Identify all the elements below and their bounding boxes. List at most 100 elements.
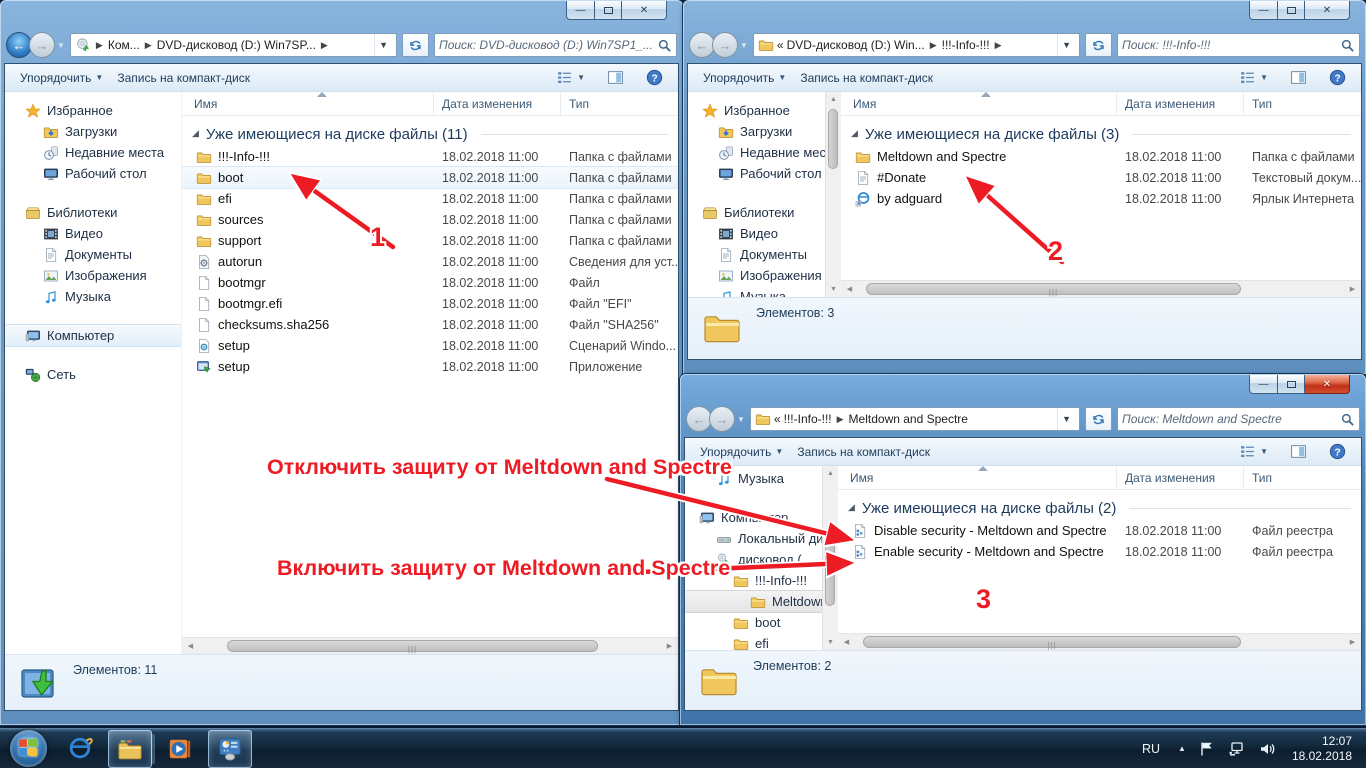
file-row[interactable]: !!!-Info-!!! 18.02.2018 11:00 Папка с файл… — [182, 146, 678, 167]
search-box[interactable] — [1117, 407, 1360, 431]
file-row[interactable]: bootmgr 18.02.2018 11:00 Файл — [182, 272, 678, 293]
network-status-icon[interactable] — [1228, 741, 1246, 757]
clock[interactable]: 12:07 18.02.2018 — [1292, 734, 1356, 764]
group-expander-icon[interactable]: ◢ — [192, 128, 199, 139]
group-header[interactable]: ◢ Уже имеющиеся на диске файлы (2) — [838, 490, 1361, 520]
refresh-button[interactable] — [402, 33, 429, 57]
start-button[interactable] — [10, 730, 47, 767]
refresh-button[interactable] — [1085, 33, 1112, 57]
maximize-button[interactable] — [1278, 1, 1305, 20]
breadcrumb-segment[interactable]: Ком... — [108, 38, 140, 52]
breadcrumb-segment[interactable]: Meltdown and Spectre — [849, 412, 968, 426]
sidebar-item-documents[interactable]: Документы — [5, 244, 181, 265]
search-input[interactable] — [1122, 412, 1340, 426]
scrollbar-thumb[interactable]: ||| — [863, 636, 1241, 650]
burn-button[interactable]: Запись на компакт-диск — [790, 442, 937, 462]
help-button[interactable]: ? — [639, 66, 670, 89]
recent-pages-chevron[interactable]: ▼ — [57, 41, 65, 50]
sidebar-item-libraries[interactable]: Библиотеки — [5, 202, 181, 223]
tree-item[interactable]: boot — [685, 612, 837, 633]
column-type[interactable]: Тип — [1244, 466, 1361, 489]
recent-pages-chevron[interactable]: ▼ — [740, 41, 748, 50]
scroll-left-arrow[interactable]: ◀ — [838, 634, 855, 651]
breadcrumb-segment[interactable]: DVD-дисковод (D:) Win7SP... — [157, 38, 316, 52]
show-hidden-icons-button[interactable]: ▲ — [1178, 744, 1186, 753]
forward-button[interactable]: → — [709, 406, 735, 432]
sidebar-item-downloads[interactable]: Загрузки — [688, 121, 840, 142]
file-row[interactable]: boot 18.02.2018 11:00 Папка с файлами — [182, 166, 678, 189]
horizontal-scrollbar[interactable]: ◀ ▶ ||| — [838, 633, 1361, 650]
sidebar-item-music[interactable]: Музыка — [5, 286, 181, 307]
file-row[interactable]: bootmgr.efi 18.02.2018 11:00 Файл "EFI" — [182, 293, 678, 314]
scrollbar-thumb[interactable] — [828, 109, 838, 169]
refresh-button[interactable] — [1085, 407, 1112, 431]
close-button[interactable]: ✕ — [1305, 1, 1350, 20]
scroll-up-arrow[interactable]: ▲ — [826, 92, 840, 107]
search-box[interactable] — [434, 33, 677, 57]
file-row[interactable]: efi 18.02.2018 11:00 Папка с файлами — [182, 188, 678, 209]
column-name[interactable]: Имя — [182, 92, 434, 115]
preview-pane-button[interactable] — [600, 66, 631, 89]
file-row[interactable]: checksums.sha256 18.02.2018 11:00 Файл "SH… — [182, 314, 678, 335]
tree-item[interactable]: efi — [685, 633, 837, 650]
sidebar-item-documents[interactable]: Документы — [688, 244, 840, 265]
sidebar-scrollbar[interactable]: ▲ ▼ — [822, 466, 837, 650]
search-input[interactable] — [439, 38, 657, 52]
column-date[interactable]: Дата изменения — [434, 92, 561, 115]
scroll-right-arrow[interactable]: ▶ — [1344, 281, 1361, 298]
address-dropdown-button[interactable]: ▼ — [374, 34, 392, 56]
sidebar-item-desktop[interactable]: Рабочий стол — [688, 163, 840, 184]
minimize-button[interactable]: — — [1249, 375, 1278, 394]
column-type[interactable]: Тип — [1244, 92, 1361, 115]
tree-item[interactable]: Локальный диск — [685, 528, 837, 549]
tree-item[interactable]: Meltdown an — [685, 590, 837, 613]
explorer-window-dvd[interactable]: — ✕ ← → ▼ ▶ Ком... ▶ DVD-дисковод (D:) W… — [0, 0, 683, 725]
scrollbar-thumb[interactable]: ||| — [227, 640, 598, 654]
titlebar[interactable]: — ✕ — [4, 1, 679, 30]
sidebar-item-favorites[interactable]: Избранное — [688, 100, 840, 121]
sidebar-item-recent[interactable]: Недавние места — [5, 142, 181, 163]
group-header[interactable]: ◢ Уже имеющиеся на диске файлы (11) — [182, 116, 678, 146]
forward-button[interactable]: → — [29, 32, 55, 58]
scroll-right-arrow[interactable]: ▶ — [661, 638, 678, 655]
organize-button[interactable]: Упорядочить ▼ — [13, 68, 110, 88]
sidebar-item-pictures[interactable]: Изображения — [5, 265, 181, 286]
group-expander-icon[interactable]: ◢ — [851, 128, 858, 139]
taskbar-item-ie[interactable] — [58, 730, 102, 768]
scroll-left-arrow[interactable]: ◀ — [182, 638, 199, 655]
close-button[interactable]: ✕ — [1305, 375, 1350, 394]
horizontal-scrollbar[interactable]: ◀ ▶ ||| — [841, 280, 1361, 297]
organize-button[interactable]: Упорядочить ▼ — [696, 68, 793, 88]
views-button[interactable]: ▼ — [549, 66, 592, 89]
file-row[interactable]: sources 18.02.2018 11:00 Папка с файлами — [182, 209, 678, 230]
sidebar-item-favorites[interactable]: Избранное — [5, 100, 181, 121]
views-button[interactable]: ▼ — [1232, 66, 1275, 89]
recent-pages-chevron[interactable]: ▼ — [737, 415, 745, 424]
breadcrumb[interactable]: ▶ Ком... ▶ DVD-дисковод (D:) Win7SP... ▶… — [69, 33, 397, 57]
maximize-button[interactable] — [1278, 375, 1305, 394]
horizontal-scrollbar[interactable]: ◀ ▶ ||| — [182, 637, 678, 654]
file-row[interactable]: setup 18.02.2018 11:00 Сценарий Windo... — [182, 335, 678, 356]
scroll-down-arrow[interactable]: ▼ — [823, 635, 837, 650]
tree-item[interactable]: Компьютер — [685, 507, 837, 528]
file-row[interactable]: by adguard 18.02.2018 11:00 Ярлык Интернет… — [841, 188, 1361, 209]
titlebar[interactable]: — ✕ — [684, 375, 1362, 404]
sidebar-item-pictures[interactable]: Изображения — [688, 265, 840, 286]
help-button[interactable]: ? — [1322, 440, 1353, 463]
scroll-right-arrow[interactable]: ▶ — [1344, 634, 1361, 651]
minimize-button[interactable]: — — [1249, 1, 1278, 20]
search-box[interactable] — [1117, 33, 1360, 57]
action-center-icon[interactable] — [1198, 741, 1216, 757]
breadcrumb-segment[interactable]: !!!-Info-!!! — [942, 38, 990, 52]
column-name[interactable]: Имя — [841, 92, 1117, 115]
file-row[interactable]: support 18.02.2018 11:00 Папка с файлами — [182, 230, 678, 251]
sidebar-item-recent[interactable]: Недавние места — [688, 142, 840, 163]
volume-icon[interactable] — [1258, 741, 1276, 757]
help-button[interactable]: ? — [1322, 66, 1353, 89]
scroll-up-arrow[interactable]: ▲ — [823, 466, 837, 481]
sidebar-item-desktop[interactable]: Рабочий стол — [5, 163, 181, 184]
group-expander-icon[interactable]: ◢ — [848, 502, 855, 513]
burn-button[interactable]: Запись на компакт-диск — [793, 68, 940, 88]
scroll-down-arrow[interactable]: ▼ — [826, 282, 840, 297]
file-row[interactable]: Meltdown and Spectre 18.02.2018 11:00 Папк… — [841, 146, 1361, 167]
